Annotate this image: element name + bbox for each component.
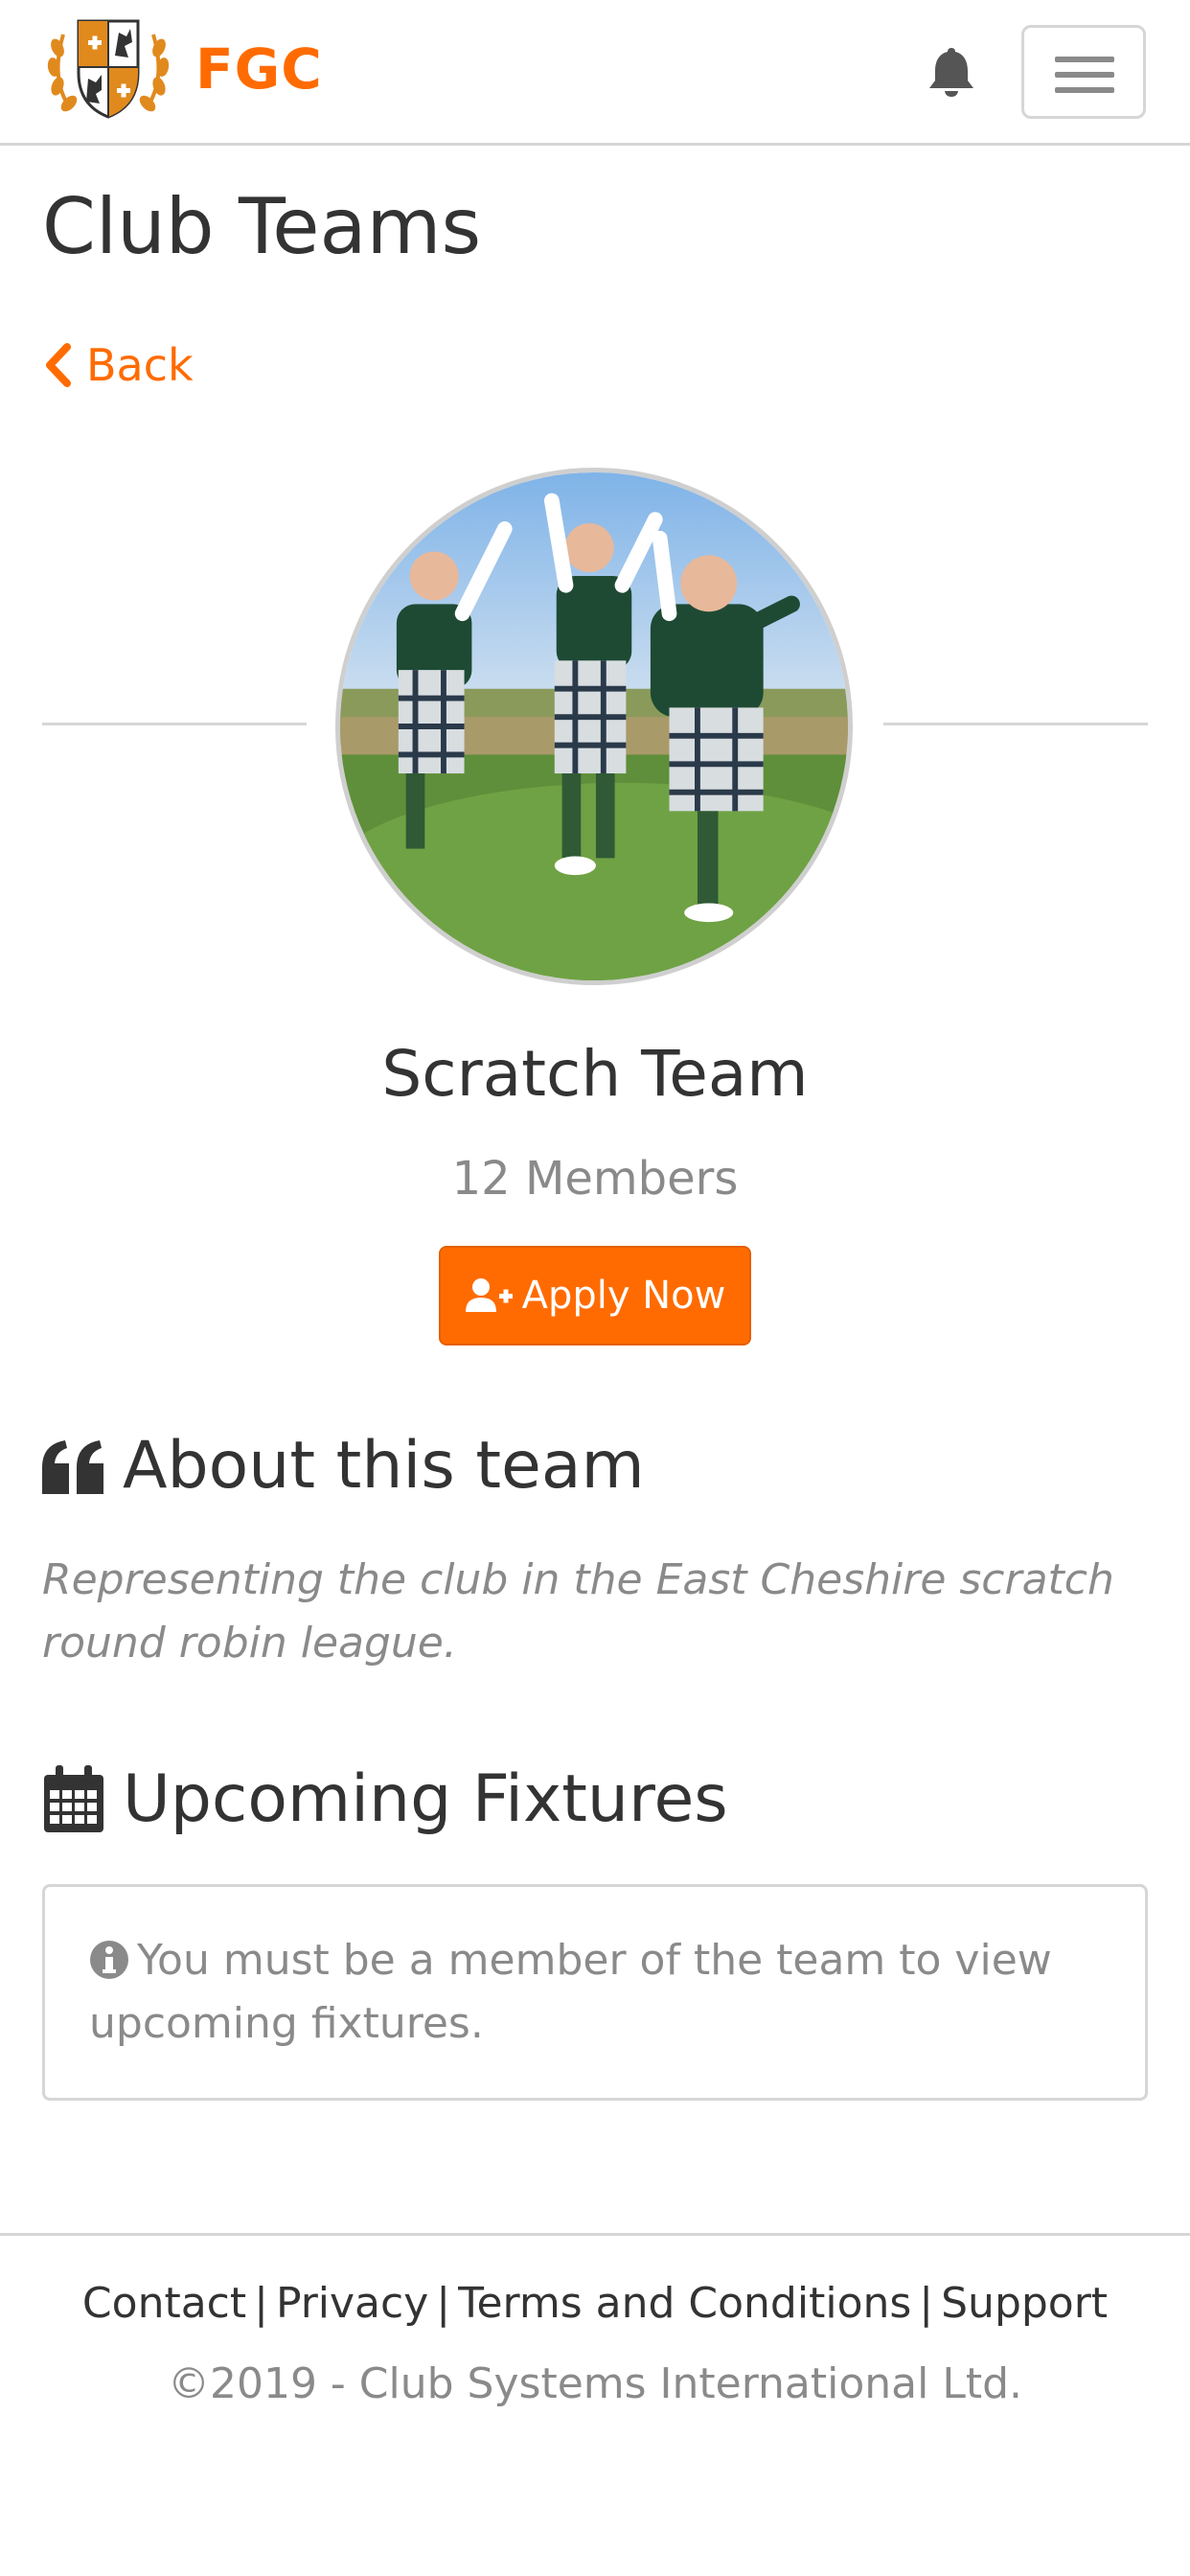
about-heading-text: About this team bbox=[123, 1428, 645, 1504]
user-plus-icon bbox=[465, 1278, 513, 1312]
footer-separator: | bbox=[436, 2279, 451, 2328]
footer-link-privacy[interactable]: Privacy bbox=[276, 2279, 428, 2328]
team-photo bbox=[335, 468, 853, 985]
hamburger-menu-icon bbox=[1055, 57, 1114, 62]
menu-toggle-button[interactable] bbox=[1021, 25, 1146, 119]
chevron-left-icon bbox=[46, 343, 71, 387]
about-description: Representing the club in the East Cheshi… bbox=[42, 1555, 1114, 1668]
quote-left-icon bbox=[42, 1439, 103, 1494]
fixtures-notice-text: You must be a member of the team to view… bbox=[89, 1936, 1052, 2048]
page-title: Club Teams bbox=[42, 182, 482, 271]
club-crest-logo bbox=[47, 19, 170, 119]
brand-link[interactable]: FGC bbox=[42, 13, 323, 125]
back-label: Back bbox=[86, 339, 194, 391]
footer-link-contact[interactable]: Contact bbox=[82, 2279, 246, 2328]
hamburger-bar bbox=[1055, 87, 1114, 93]
brand-name: FGC bbox=[195, 36, 323, 102]
divider-right bbox=[883, 723, 1148, 725]
apply-now-label: Apply Now bbox=[521, 1274, 726, 1318]
back-link[interactable]: Back bbox=[42, 339, 194, 391]
fixtures-notice: You must be a member of the team to view… bbox=[42, 1884, 1148, 2101]
apply-now-button[interactable]: Apply Now bbox=[439, 1246, 751, 1346]
fixtures-heading: Upcoming Fixtures bbox=[42, 1761, 728, 1837]
about-heading: About this team bbox=[42, 1428, 645, 1504]
footer-separator: | bbox=[919, 2279, 934, 2328]
calendar-icon bbox=[44, 1764, 103, 1832]
bell-icon[interactable] bbox=[926, 44, 977, 98]
copyright: ©2019 - Club Systems International Ltd. bbox=[167, 2359, 1023, 2408]
hamburger-bar bbox=[1055, 72, 1114, 78]
footer-link-support[interactable]: Support bbox=[941, 2279, 1108, 2328]
footer-divider bbox=[0, 2233, 1190, 2236]
team-name: Scratch Team bbox=[381, 1037, 809, 1111]
footer-separator: | bbox=[254, 2279, 268, 2328]
footer-link-terms[interactable]: Terms and Conditions bbox=[458, 2279, 911, 2328]
navbar: FGC bbox=[0, 0, 1190, 146]
member-count: 12 Members bbox=[451, 1152, 739, 1206]
footer-links: Contact | Privacy | Terms and Conditions | Sup… bbox=[0, 2279, 1190, 2328]
info-circle-icon bbox=[90, 1941, 128, 1979]
fixtures-heading-text: Upcoming Fixtures bbox=[123, 1761, 728, 1837]
divider-left bbox=[42, 723, 307, 725]
